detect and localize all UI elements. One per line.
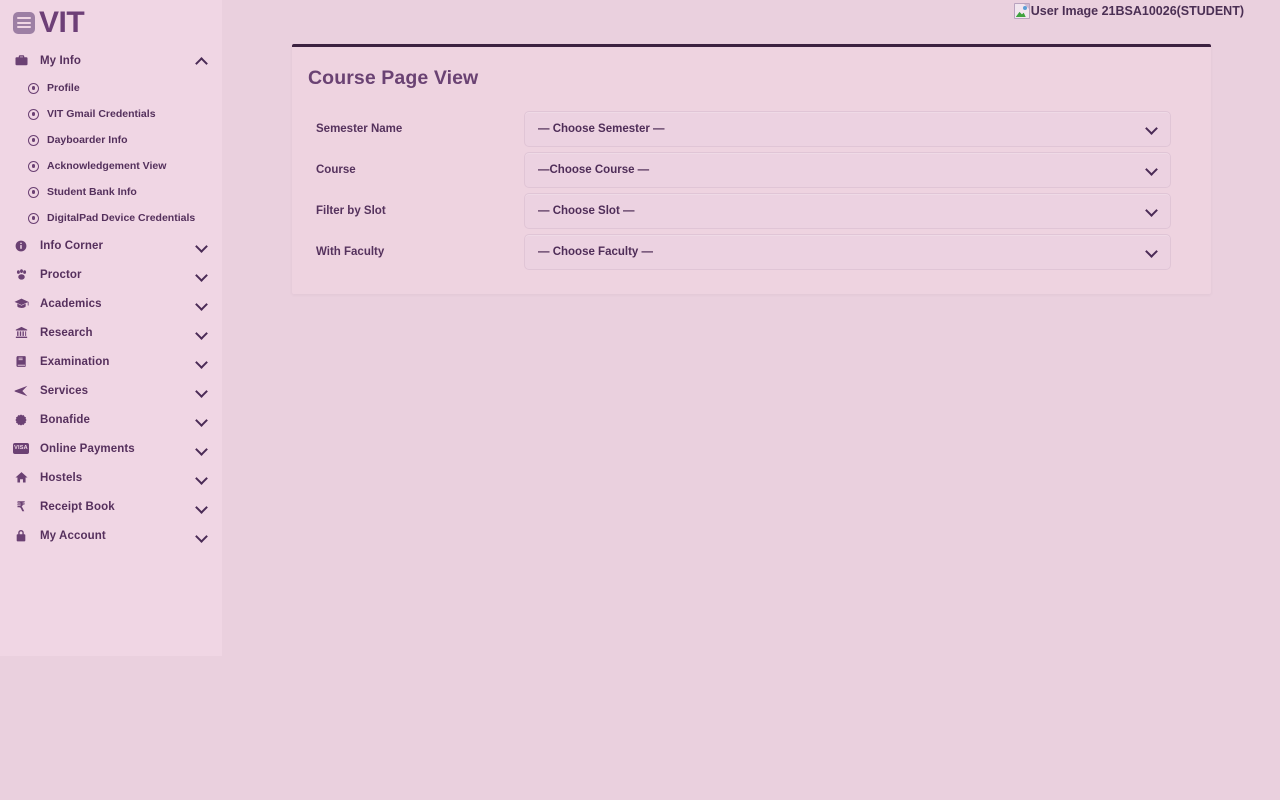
list-menu-icon[interactable] <box>13 12 35 34</box>
filter-by-slot-select-wrap: — Choose Slot — <box>524 192 1171 229</box>
sidebar-item-research[interactable]: Research <box>0 318 222 347</box>
chevron-down-icon[interactable] <box>196 501 208 513</box>
brand-logo[interactable]: VIT <box>0 0 222 46</box>
filter-by-slot-select[interactable]: — Choose Slot — <box>524 192 1171 229</box>
user-badge-label: User Image 21BSA10026(STUDENT) <box>1030 4 1244 18</box>
sidebar-item-examination[interactable]: Examination <box>0 347 222 376</box>
sidebar-item-label: Online Payments <box>40 442 135 455</box>
semester-name-label: Semester Name <box>316 122 403 135</box>
sidebar-item-bonafide[interactable]: Bonafide <box>0 405 222 434</box>
chevron-down-icon[interactable] <box>196 240 208 252</box>
broken-image-icon <box>1013 3 1030 19</box>
dot-circle-icon <box>28 160 39 172</box>
with-faculty-select-wrap: — Choose Faculty — <box>524 233 1171 270</box>
sidebar-subitem-label: Dayboarder Info <box>47 134 128 146</box>
lock-icon <box>12 529 30 542</box>
dot-circle-icon <box>28 134 39 146</box>
chevron-down-icon[interactable] <box>196 472 208 484</box>
user-badge[interactable]: User Image 21BSA10026(STUDENT) <box>1013 3 1244 19</box>
form-row-with-faculty: With Faculty — Choose Faculty — <box>308 231 1195 272</box>
sidebar-item-label: Research <box>40 326 93 339</box>
sidebar-subitem-label: DigitalPad Device Credentials <box>47 212 196 224</box>
sidebar-subitem-digitalpad-device-credentials[interactable]: DigitalPad Device Credentials <box>0 205 222 231</box>
sidebar-item-my-account[interactable]: My Account <box>0 521 222 550</box>
paw-icon <box>12 268 30 281</box>
sidebar-item-academics[interactable]: Academics <box>0 289 222 318</box>
form-row-course: Course —Choose Course — <box>308 149 1195 190</box>
info-circle-icon <box>12 240 30 252</box>
briefcase-icon <box>12 54 30 67</box>
dot-circle-icon <box>28 82 39 94</box>
sidebar: VIT My Info Profile VIT Gmail Credential… <box>0 0 222 656</box>
home-icon <box>12 471 30 484</box>
sidebar-subitem-label: VIT Gmail Credentials <box>47 108 156 120</box>
book-icon <box>12 355 30 368</box>
sidebar-item-label: Proctor <box>40 268 82 281</box>
chevron-down-icon[interactable] <box>196 269 208 281</box>
sidebar-item-label: Bonafide <box>40 413 90 426</box>
sidebar-item-receipt-book[interactable]: ₹ Receipt Book <box>0 492 222 521</box>
sidebar-subitem-profile[interactable]: Profile <box>0 75 222 101</box>
sidebar-item-label: Examination <box>40 355 110 368</box>
sidebar-item-proctor[interactable]: Proctor <box>0 260 222 289</box>
chevron-down-icon[interactable] <box>196 530 208 542</box>
sidebar-item-online-payments[interactable]: VISA Online Payments <box>0 434 222 463</box>
with-faculty-select[interactable]: — Choose Faculty — <box>524 233 1171 270</box>
chevron-down-icon[interactable] <box>196 327 208 339</box>
sidebar-subitem-dayboarder-info[interactable]: Dayboarder Info <box>0 127 222 153</box>
paper-plane-icon <box>12 385 30 397</box>
sidebar-subitem-acknowledgement-view[interactable]: Acknowledgement View <box>0 153 222 179</box>
form-row-semester-name: Semester Name — Choose Semester — <box>308 108 1195 149</box>
sidebar-item-label: Services <box>40 384 89 397</box>
sidebar-item-label: My Account <box>40 529 106 542</box>
sidebar-item-my-info[interactable]: My Info <box>0 46 222 75</box>
sidebar-item-label: Info Corner <box>40 239 104 252</box>
sidebar-item-label: Hostels <box>40 471 83 484</box>
dot-circle-icon <box>28 186 39 198</box>
bank-icon <box>12 326 30 339</box>
rupee-icon: ₹ <box>16 499 26 514</box>
graduation-cap-icon <box>12 297 30 310</box>
sidebar-subitem-label: Profile <box>47 82 80 94</box>
course-select[interactable]: —Choose Course — <box>524 151 1171 188</box>
certificate-icon <box>12 413 30 426</box>
semester-name-select[interactable]: — Choose Semester — <box>524 110 1171 147</box>
chevron-down-icon[interactable] <box>196 443 208 455</box>
course-label: Course <box>316 163 356 176</box>
sidebar-item-hostels[interactable]: Hostels <box>0 463 222 492</box>
sidebar-item-info-corner[interactable]: Info Corner <box>0 231 222 260</box>
visa-card-icon: VISA <box>12 443 30 454</box>
sidebar-item-label: Academics <box>40 297 102 310</box>
page-title: Course Page View <box>308 67 479 89</box>
chevron-down-icon[interactable] <box>196 414 208 426</box>
dot-circle-icon <box>28 108 39 120</box>
sidebar-nav: My Info Profile VIT Gmail Credentials Da… <box>0 46 222 550</box>
sidebar-item-label: My Info <box>40 54 81 67</box>
dot-circle-icon <box>28 212 39 224</box>
sidebar-subitem-label: Student Bank Info <box>47 186 137 198</box>
brand-logo-text: VIT <box>39 6 85 39</box>
sidebar-subitem-vit-gmail-credentials[interactable]: VIT Gmail Credentials <box>0 101 222 127</box>
semester-name-select-wrap: — Choose Semester — <box>524 110 1171 147</box>
course-page-view-card: Course Page View Semester Name — Choose … <box>292 44 1211 294</box>
sidebar-item-label: Receipt Book <box>40 500 115 513</box>
page-root: User Image 21BSA10026(STUDENT) VIT My In… <box>0 0 1280 800</box>
chevron-up-icon[interactable] <box>196 55 208 67</box>
with-faculty-label: With Faculty <box>316 245 385 258</box>
course-select-wrap: —Choose Course — <box>524 151 1171 188</box>
sidebar-item-services[interactable]: Services <box>0 376 222 405</box>
chevron-down-icon[interactable] <box>196 385 208 397</box>
sidebar-subitem-label: Acknowledgement View <box>47 160 167 172</box>
filter-by-slot-label: Filter by Slot <box>316 204 386 217</box>
form-row-filter-by-slot: Filter by Slot — Choose Slot — <box>308 190 1195 231</box>
chevron-down-icon[interactable] <box>196 298 208 310</box>
chevron-down-icon[interactable] <box>196 356 208 368</box>
main-content: Course Page View Semester Name — Choose … <box>222 0 1280 800</box>
sidebar-subitem-student-bank-info[interactable]: Student Bank Info <box>0 179 222 205</box>
